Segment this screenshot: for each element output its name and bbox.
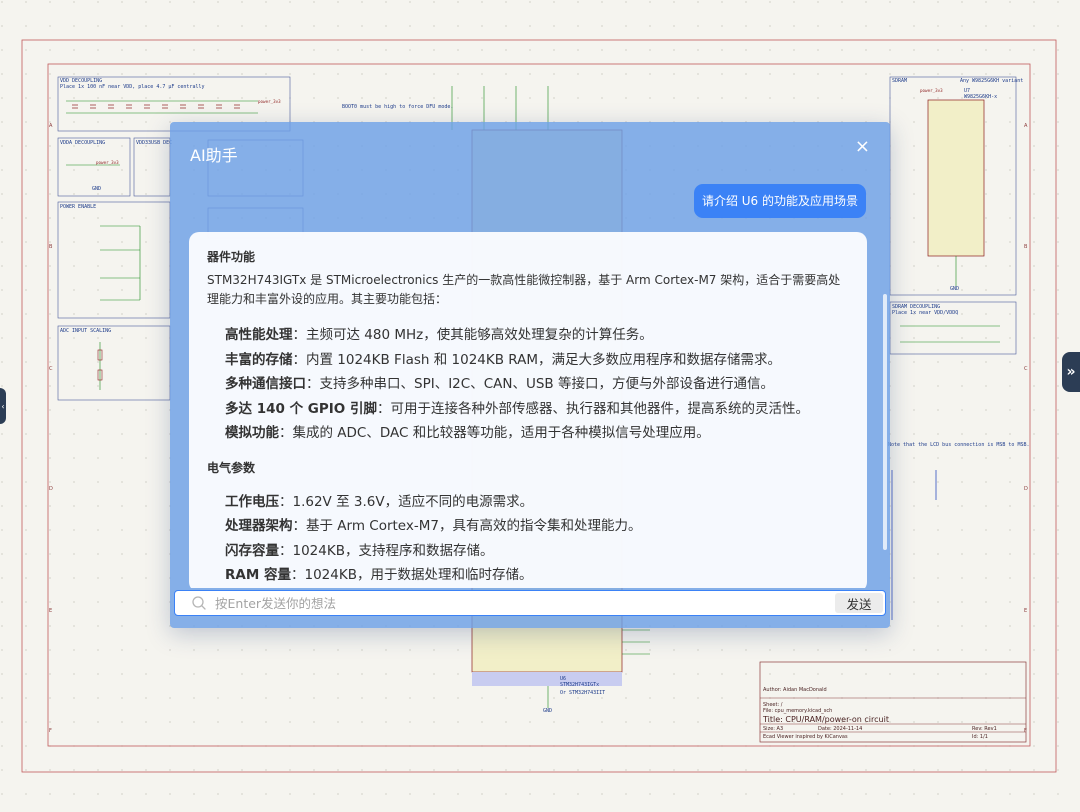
row-a: A [49,123,53,129]
send-button[interactable]: 发送 [835,593,883,613]
assistant-message: 器件功能 STM32H743IGTx 是 STMicroelectronics … [189,232,867,588]
svg-text:GND: GND [950,286,959,292]
chat-input[interactable] [215,593,825,613]
svg-text:Size: A3: Size: A3 [763,726,783,732]
svg-text:Place 1x 100 nF near VDD, plac: Place 1x 100 nF near VDD, place 4.7 µF c… [60,84,205,90]
svg-text:Id: 1/1: Id: 1/1 [972,734,988,740]
feature-list: 高性能处理：主频可达 480 MHz，使其能够高效处理复杂的计算任务。 丰富的存… [207,323,845,446]
row-a-right: A [1024,123,1028,129]
svg-text:Place 1x near VDD/VDDQ: Place 1x near VDD/VDDQ [892,310,958,316]
svg-text:STM32H743IGTx: STM32H743IGTx [560,682,599,688]
chat-area[interactable]: 请介绍 U6 的功能及应用场景 器件功能 STM32H743IGTx 是 STM… [189,178,886,588]
chat-scrollbar[interactable] [883,294,887,550]
row-e-right: E [1024,608,1027,614]
ai-assistant-dialog: AI助手 × 请介绍 U6 的功能及应用场景 器件功能 STM32H743IGT… [170,122,890,628]
svg-text:Any W9825G6KH variant: Any W9825G6KH variant [960,78,1023,84]
svg-text:Rev: Rev1: Rev: Rev1 [972,726,997,732]
user-message-bubble: 请介绍 U6 的功能及应用场景 [693,184,866,218]
list-item: 闪存容量：1024KB，支持程序和数据存储。 [225,542,494,559]
section-heading-function: 器件功能 [207,250,256,264]
svg-text:VDDA DECOUPLING: VDDA DECOUPLING [60,140,105,146]
search-icon [192,596,206,610]
row-c: C [49,366,53,372]
svg-text:Title: CPU/RAM/power-on circui: Title: CPU/RAM/power-on circuit [762,715,889,724]
list-item: 工作电压：1.62V 至 3.6V，适应不同的电源需求。 [225,493,534,510]
row-c-right: C [1024,366,1028,372]
svg-text:SDRAM: SDRAM [892,78,907,84]
row-d: D [49,486,53,492]
svg-text:GND: GND [92,186,101,192]
list-item: 处理器架构：基于 Arm Cortex-M7，具有高效的指令集和处理能力。 [225,518,642,534]
svg-text:Note that the LCD bus connecti: Note that the LCD bus connection is MSB … [888,442,1029,448]
svg-text:POWER ENABLE: POWER ENABLE [60,204,96,210]
svg-text:W9825G6KH-x: W9825G6KH-x [964,94,997,100]
row-f: F [49,728,52,734]
close-icon[interactable]: × [855,138,870,156]
svg-text:File: cpu_memory.kicad_sch: File: cpu_memory.kicad_sch [763,708,832,714]
right-panel-toggle[interactable]: » [1062,352,1080,392]
row-b-right: B [1024,244,1028,250]
list-item: 模拟功能：集成的 ADC、DAC 和比较器等功能，适用于各种模拟信号处理应用。 [225,425,710,441]
svg-text:Ecad Viewer inspired by KiCanv: Ecad Viewer inspired by KiCanvas [763,734,848,740]
boot-note: BOOT0 must be high to force DFU mode. [342,104,453,110]
svg-text:power_3v3: power_3v3 [920,88,943,93]
list-item: RAM 容量：1024KB，用于数据处理和临时存储。 [225,567,533,583]
list-item: 丰富的存储：内置 1024KB Flash 和 1024KB RAM，满足大多数… [225,351,781,368]
row-f-right: F [1024,728,1027,734]
left-panel-toggle[interactable]: ‹ [0,388,6,424]
dialog-title: AI助手 [190,146,238,165]
list-item: 多种通信接口：支持多种串口、SPI、I2C、CAN、USB 等接口，方便与外部设… [225,376,774,392]
list-item: 高性能处理：主频可达 480 MHz，使其能够高效处理复杂的计算任务。 [225,327,653,343]
svg-text:ADC INPUT SCALING: ADC INPUT SCALING [60,328,111,334]
chevron-left-icon: ‹ [1,401,5,411]
svg-text:Or STM32H743IIT: Or STM32H743IIT [560,690,605,696]
svg-text:power_3v3: power_3v3 [96,160,119,165]
row-d-right: D [1024,486,1028,492]
svg-text:Author: Aidan MacDonald: Author: Aidan MacDonald [763,687,827,693]
row-b: B [49,244,53,250]
row-e: E [49,608,52,614]
svg-text:Date: 2024-11-14: Date: 2024-11-14 [818,726,862,732]
chat-input-bar: 发送 [174,590,886,616]
list-item: 多达 140 个 GPIO 引脚：可用于连接各种外部传感器、执行器和其他器件，提… [225,400,809,417]
double-chevron-right-icon: » [1066,364,1076,380]
intro-paragraph: STM32H743IGTx 是 STMicroelectronics 生产的一款… [207,273,841,306]
svg-text:power_3v3: power_3v3 [258,99,281,104]
svg-text:GND: GND [543,708,552,714]
svg-text:VDD33USB DEC: VDD33USB DEC [136,140,172,146]
section-heading-electrical: 电气参数 [207,460,256,475]
param-list: 工作电压：1.62V 至 3.6V，适应不同的电源需求。 处理器架构：基于 Ar… [207,490,845,588]
